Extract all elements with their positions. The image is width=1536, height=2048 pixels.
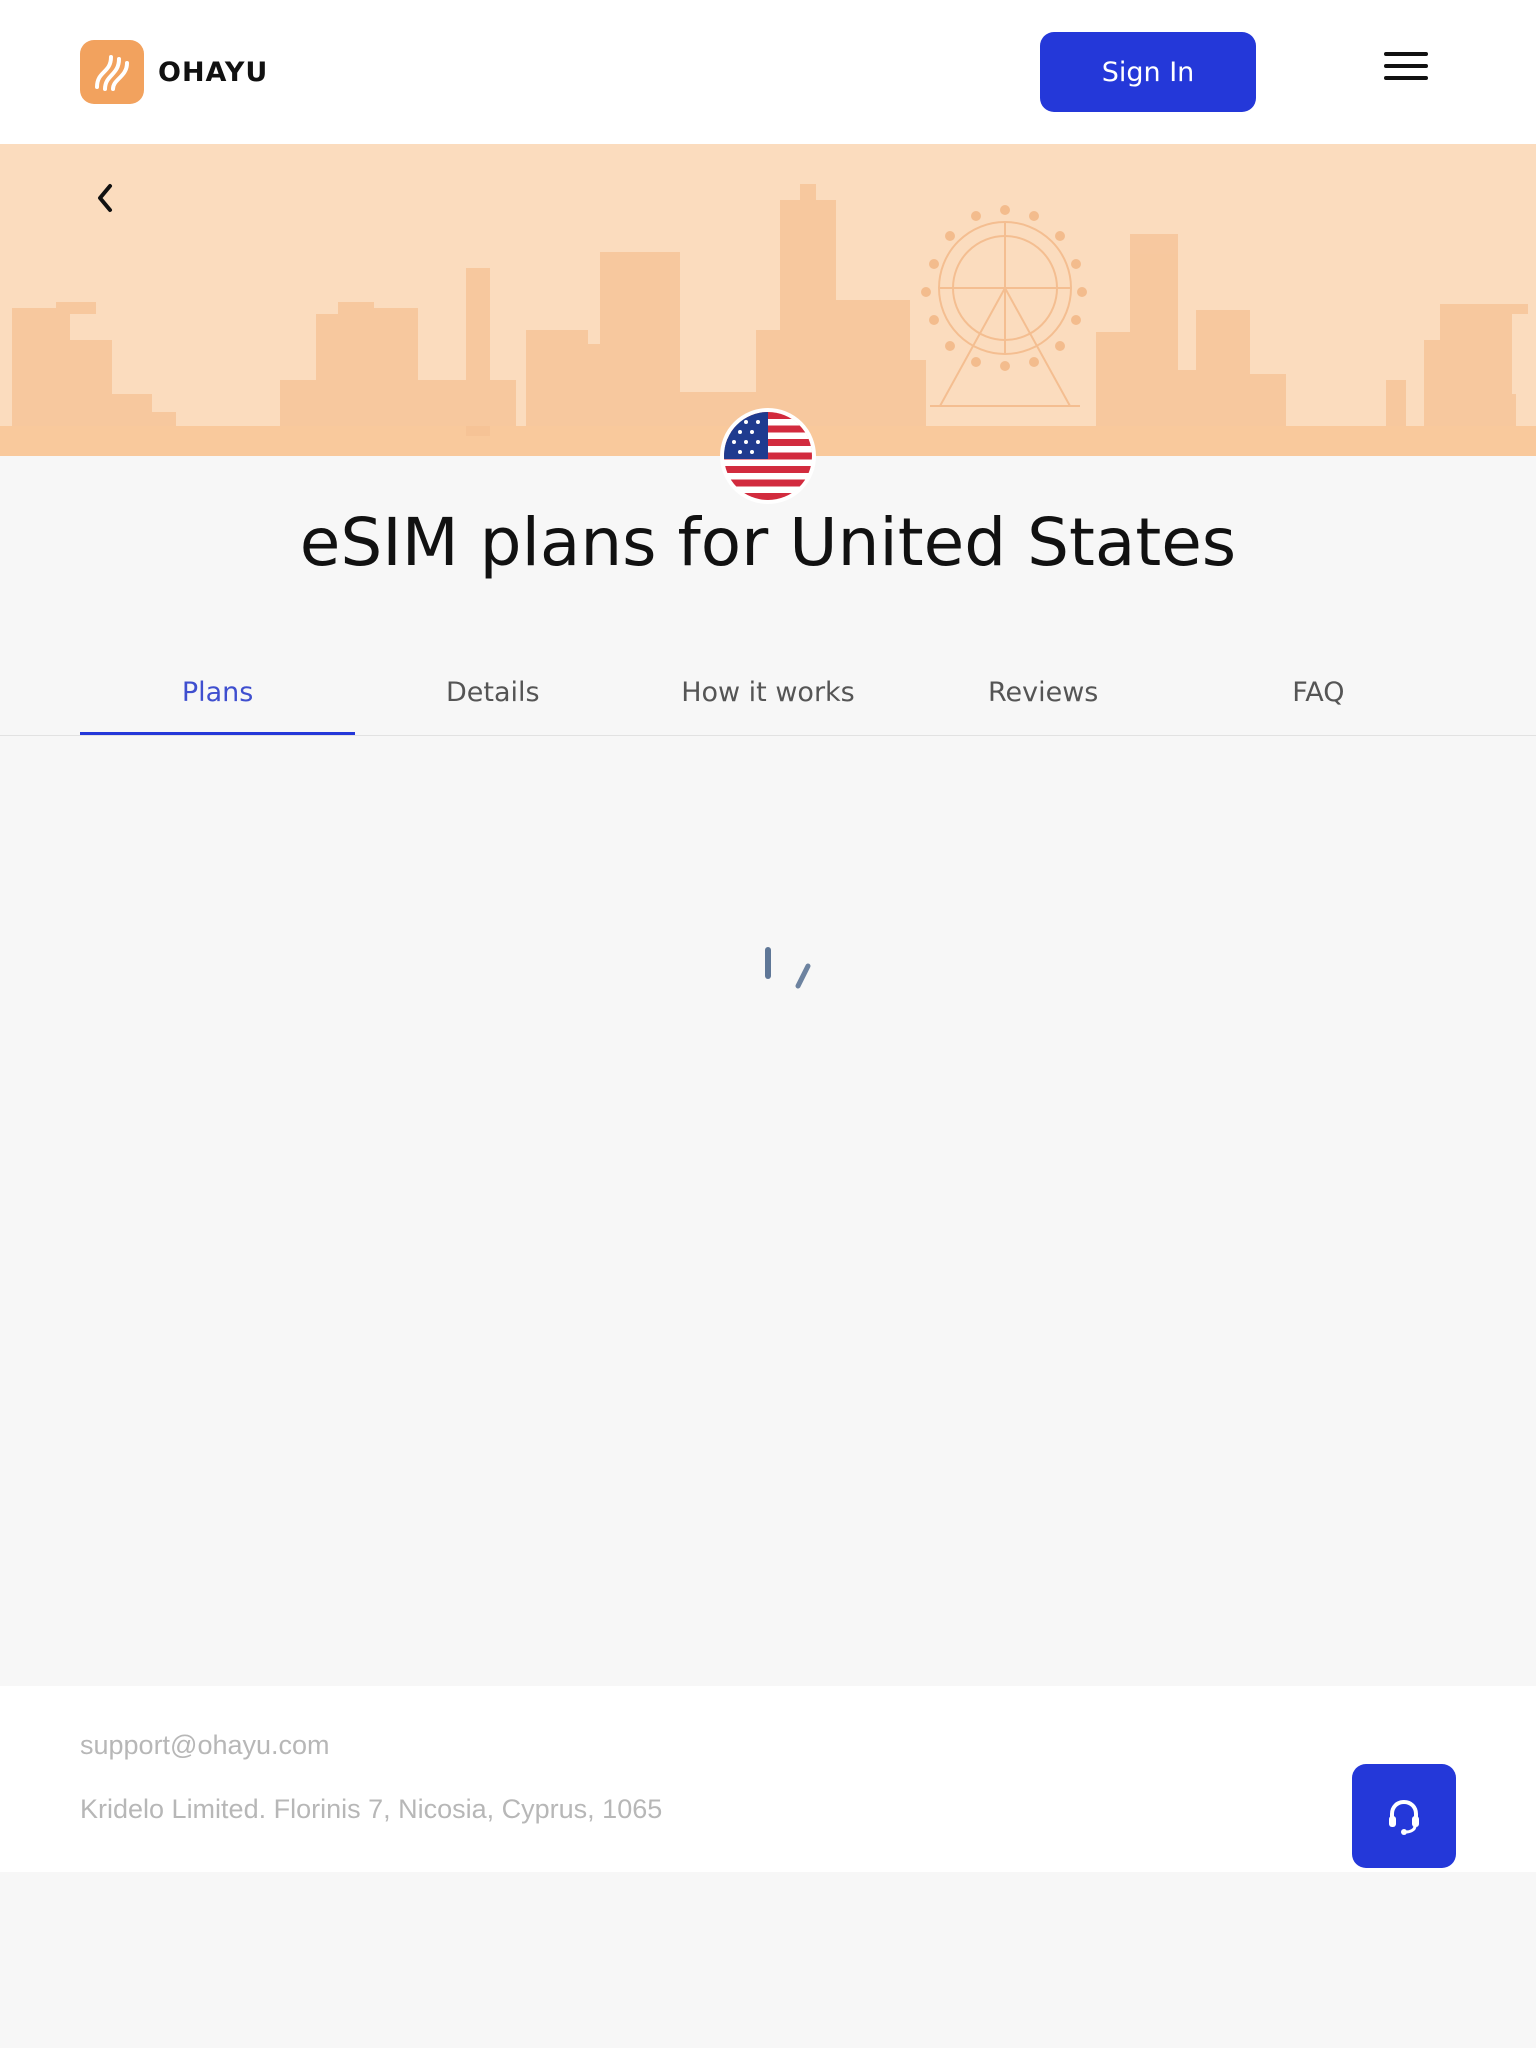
- us-flag-icon: [720, 408, 816, 504]
- brand-name: OHAYU: [158, 56, 269, 88]
- page-title: eSIM plans for United States: [299, 504, 1237, 581]
- company-address: Kridelo Limited. Florinis 7, Nicosia, Cy…: [80, 1794, 663, 1824]
- hamburger-menu-icon[interactable]: [1384, 52, 1428, 88]
- headset-icon: [1389, 1799, 1419, 1835]
- sign-in-button[interactable]: Sign In: [1040, 32, 1256, 112]
- brand-logo[interactable]: OHAYU: [80, 40, 268, 104]
- chevron-left-icon[interactable]: [88, 176, 122, 220]
- tab-how-it-works[interactable]: How it works: [630, 660, 905, 736]
- tab-plans[interactable]: Plans: [80, 660, 356, 736]
- tab-reviews[interactable]: Reviews: [906, 660, 1181, 736]
- site-header: OHAYU Sign In: [0, 0, 1536, 144]
- section-tabs: Plans Details How it works Reviews FAQ: [80, 660, 1456, 736]
- tab-faq[interactable]: FAQ: [1181, 660, 1456, 736]
- loading-spinner: [748, 940, 820, 1012]
- ohayu-logo-icon: [80, 40, 144, 104]
- support-email-link[interactable]: support@ohayu.com: [80, 1730, 330, 1761]
- tabs-divider: [0, 735, 1536, 736]
- support-chat-button[interactable]: [1352, 1764, 1456, 1868]
- tab-details[interactable]: Details: [355, 660, 630, 736]
- site-footer: support@ohayu.com Kridelo Limited. Flori…: [0, 1686, 1536, 1872]
